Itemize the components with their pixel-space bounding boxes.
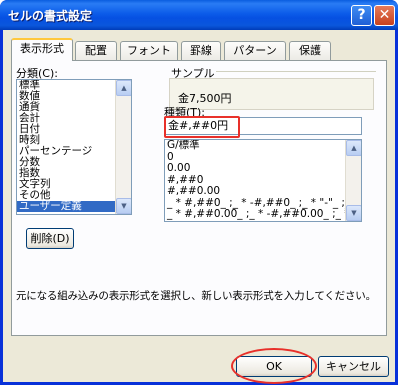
tab-font[interactable]: フォント — [120, 41, 178, 60]
tab-patterns[interactable]: パターン — [224, 41, 286, 60]
type-scroll-up-icon[interactable]: ▲ — [346, 140, 361, 156]
cancel-button[interactable]: キャンセル — [318, 356, 389, 377]
help-icon: ? — [357, 7, 366, 23]
format-cells-dialog: セルの書式設定 ? ✕ 表示形式 配置 フォント 罫線 パターン 保護 分類(C… — [0, 0, 398, 385]
type-scrollbar[interactable]: ▲ ▼ — [345, 140, 361, 221]
type-item[interactable]: G/標準 — [165, 140, 361, 152]
tab-alignment[interactable]: 配置 — [75, 41, 117, 60]
number-format-panel: 分類(C): 標準 数値 通貨 会計 日付 時刻 パーセンテージ 分数 指数 文字列 その他 ユーザー… — [11, 60, 387, 336]
sample-divider — [216, 71, 376, 72]
category-item[interactable]: ユーザー定義 — [17, 201, 131, 212]
type-item[interactable]: _ * #,##0.00_ ;_ * -#,##0.00_ ;_ * "-"??… — [165, 209, 361, 221]
help-button[interactable]: ? — [351, 5, 372, 26]
dialog-title: セルの書式設定 — [8, 9, 93, 23]
category-items: 標準 数値 通貨 会計 日付 時刻 パーセンテージ 分数 指数 文字列 その他 ユーザー定義 — [17, 80, 131, 212]
type-list[interactable]: G/標準 0 0.00 #,##0 #,##0.00 _ * #,##0_ ;_ * -#… — [164, 139, 362, 222]
type-scroll-down-icon[interactable]: ▼ — [346, 205, 361, 221]
type-input-highlight — [164, 116, 240, 138]
format-description: 元になる組み込みの表示形式を選択し、新しい表示形式を入力してください。 — [16, 290, 376, 302]
type-item[interactable]: 0 — [165, 151, 361, 164]
tab-number-format[interactable]: 表示形式 — [11, 38, 73, 61]
dialog-body: 表示形式 配置 フォント 罫線 パターン 保護 分類(C): 標準 数値 通貨 会計日… — [3, 30, 395, 384]
category-scroll-up-icon[interactable]: ▲ — [116, 80, 131, 96]
category-scroll-down-icon[interactable]: ▼ — [116, 198, 131, 214]
type-item[interactable]: #,##0.00 — [165, 186, 361, 198]
tab-border[interactable]: 罫線 — [181, 41, 221, 60]
delete-button[interactable]: 削除(D) — [26, 228, 74, 249]
close-icon: ✕ — [378, 7, 391, 23]
category-scrollbar[interactable]: ▲ ▼ — [115, 80, 131, 214]
tab-protection[interactable]: 保護 — [289, 41, 331, 60]
category-list[interactable]: 標準 数値 通貨 会計 日付 時刻 パーセンテージ 分数 指数 文字列 その他 ユーザー定義 ▲ ▼ — [16, 79, 132, 215]
type-items: G/標準 0 0.00 #,##0 #,##0.00 _ * #,##0_ ;_ * -#… — [165, 140, 361, 221]
close-button[interactable]: ✕ — [374, 5, 395, 26]
title-bar[interactable]: セルの書式設定 ? ✕ — [0, 0, 398, 30]
type-item[interactable]: 0.00 — [165, 163, 361, 175]
ok-button-highlight — [231, 348, 317, 384]
